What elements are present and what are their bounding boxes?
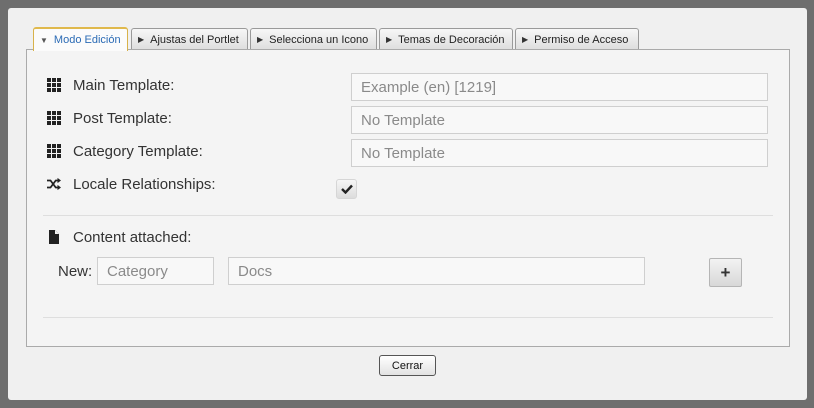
category-template-label: Category Template: xyxy=(73,142,203,160)
caret-down-icon: ▼ xyxy=(40,35,48,45)
locale-relationships-row: Locale Relationships: xyxy=(47,174,216,194)
section-divider xyxy=(43,215,773,216)
tab-label: Ajustas del Portlet xyxy=(150,33,239,46)
content-attached-label: Content attached: xyxy=(73,228,192,246)
post-template-row: Post Template: xyxy=(47,108,172,128)
new-content-label: New: xyxy=(58,262,93,280)
checkmark-icon xyxy=(340,184,353,194)
tab-label: Modo Edición xyxy=(53,34,121,46)
bottom-divider xyxy=(43,317,773,318)
tab-selecciona-un-icono[interactable]: ▶ Selecciona un Icono xyxy=(250,28,377,50)
grid-icon xyxy=(47,111,61,125)
tab-temas-de-decoracion[interactable]: ▶ Temas de Decoración xyxy=(379,28,513,50)
category-input[interactable]: Category xyxy=(97,257,214,285)
add-content-button[interactable]: + xyxy=(709,258,742,287)
document-icon xyxy=(49,230,59,244)
caret-right-icon: ▶ xyxy=(386,35,393,44)
tab-ajustas-del-portlet[interactable]: ▶ Ajustas del Portlet xyxy=(131,28,248,50)
category-template-row: Category Template: xyxy=(47,141,203,161)
portlet-dialog: ▼ Modo Edición ▶ Ajustas del Portlet ▶ S… xyxy=(8,8,807,400)
caret-right-icon: ▶ xyxy=(522,35,529,44)
locale-relationships-checkbox[interactable] xyxy=(336,179,357,199)
docs-input[interactable]: Docs xyxy=(228,257,645,285)
close-button[interactable]: Cerrar xyxy=(379,355,436,376)
tab-modo-edicion[interactable]: ▼ Modo Edición xyxy=(33,27,128,51)
main-template-row: Main Template: xyxy=(47,75,174,95)
main-template-field[interactable]: Example (en) [1219] xyxy=(351,73,768,101)
locale-relationships-label: Locale Relationships: xyxy=(73,175,216,193)
shuffle-icon xyxy=(47,177,61,191)
caret-right-icon: ▶ xyxy=(138,35,145,44)
tab-label: Selecciona un Icono xyxy=(269,33,369,46)
caret-right-icon: ▶ xyxy=(257,35,264,44)
main-template-label: Main Template: xyxy=(73,76,175,94)
grid-icon xyxy=(47,78,61,92)
tab-label: Temas de Decoración xyxy=(398,33,505,46)
category-template-field[interactable]: No Template xyxy=(351,139,768,167)
edit-mode-panel: Main Template: Example (en) [1219] Post … xyxy=(26,49,790,347)
grid-icon xyxy=(47,144,61,158)
content-attached-row: Content attached: xyxy=(47,227,191,247)
post-template-field[interactable]: No Template xyxy=(351,106,768,134)
post-template-label: Post Template: xyxy=(73,109,172,127)
tab-permiso-de-acceso[interactable]: ▶ Permiso de Acceso xyxy=(515,28,639,50)
tab-label: Permiso de Acceso xyxy=(534,33,629,46)
